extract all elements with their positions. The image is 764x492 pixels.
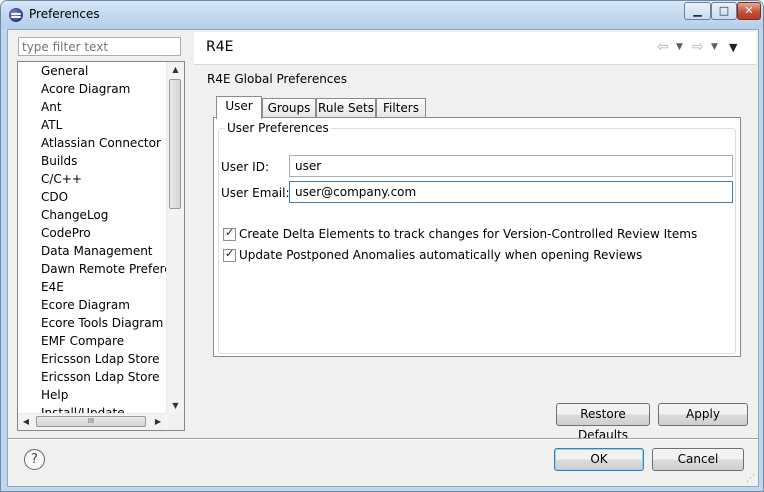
checkmark-icon: ✓ (225, 247, 235, 260)
maximize-button[interactable]: □ (711, 2, 737, 20)
tree-item-dawn-remote-preferences[interactable]: Dawn Remote Preferences (18, 260, 166, 278)
close-button[interactable]: ✕ (737, 2, 761, 20)
minimize-icon: ▁ (693, 4, 702, 17)
horizontal-scroll-thumb[interactable]: III (36, 416, 146, 427)
user-tab-panel: User Preferences User ID: User Email: ✓ … (213, 117, 741, 357)
dialog-divider (8, 438, 758, 440)
tree-item-atlassian-connector[interactable]: Atlassian Connector (18, 134, 166, 152)
checkmark-icon: ✓ (225, 226, 235, 239)
ok-button[interactable]: OK (554, 448, 644, 471)
tree-item-emf-compare[interactable]: EMF Compare (18, 332, 166, 350)
minimize-button[interactable]: ▁ (684, 2, 711, 20)
forward-arrow-icon[interactable]: ⇨ (692, 39, 704, 55)
user-email-label: User Email: (221, 186, 290, 200)
tab-user[interactable]: User (216, 96, 262, 119)
dialog-client-area: General Acore Diagram Ant ATL Atlassian … (7, 29, 759, 487)
postponed-anomalies-label[interactable]: Update Postponed Anomalies automatically… (239, 248, 642, 262)
tree-item-cdo[interactable]: CDO (18, 188, 166, 206)
restore-defaults-button[interactable]: Restore Defaults (556, 403, 650, 442)
user-email-field[interactable] (289, 181, 733, 203)
tree-item-ecore-diagram[interactable]: Ecore Diagram (18, 296, 166, 314)
back-dropdown-icon[interactable]: ▼ (676, 42, 683, 52)
tree-item-changelog[interactable]: ChangeLog (18, 206, 166, 224)
scroll-left-icon[interactable]: ◀ (18, 414, 34, 430)
tree-list: General Acore Diagram Ant ATL Atlassian … (18, 62, 166, 414)
tree-item-help[interactable]: Help (18, 386, 166, 404)
page-title: R4E (206, 39, 234, 55)
title-bar[interactable]: Preferences ▁ □ ✕ (1, 1, 763, 29)
tree-item-data-management[interactable]: Data Management (18, 242, 166, 260)
apply-button[interactable]: Apply (658, 403, 748, 426)
forward-dropdown-icon[interactable]: ▼ (711, 42, 718, 52)
tab-bar: User Groups Rule Sets Filters (216, 96, 636, 119)
resize-grip-icon[interactable]: ⋰ (746, 474, 756, 484)
group-title: User Preferences (225, 121, 331, 135)
filter-input[interactable] (18, 37, 181, 56)
tree-vertical-scrollbar[interactable]: ▲ ▼ (166, 62, 184, 414)
scroll-down-icon[interactable]: ▼ (167, 398, 184, 414)
delta-elements-label[interactable]: Create Delta Elements to track changes f… (239, 227, 697, 241)
back-arrow-icon[interactable]: ⇦ (657, 39, 669, 55)
maximize-icon: □ (718, 4, 730, 17)
close-icon: ✕ (744, 4, 754, 17)
pane-splitter[interactable] (187, 32, 191, 432)
page-header: R4E ⇦ ▼ ⇨ ▼ ▼ (194, 32, 756, 65)
tree-item-ericsson-ldap-store-2[interactable]: Ericsson Ldap Store (18, 368, 166, 386)
section-label: R4E Global Preferences (207, 72, 348, 86)
user-preferences-group: User Preferences User ID: User Email: ✓ … (218, 121, 736, 354)
tree-item-e4e[interactable]: E4E (18, 278, 166, 296)
delta-elements-checkbox[interactable]: ✓ (223, 226, 236, 241)
help-icon[interactable]: ? (24, 449, 45, 470)
preference-tree[interactable]: General Acore Diagram Ant ATL Atlassian … (17, 61, 185, 431)
vertical-scroll-thumb[interactable] (169, 79, 181, 209)
tab-rule-sets[interactable]: Rule Sets (316, 98, 376, 118)
tree-item-ant[interactable]: Ant (18, 98, 166, 116)
user-id-field[interactable] (289, 155, 733, 177)
tree-item-atl[interactable]: ATL (18, 116, 166, 134)
scroll-right-icon[interactable]: ▶ (150, 414, 166, 430)
view-menu-icon[interactable]: ▼ (729, 41, 737, 54)
tree-item-general[interactable]: General (18, 62, 166, 80)
tab-filters[interactable]: Filters (376, 98, 426, 118)
tree-item-builds[interactable]: Builds (18, 152, 166, 170)
tree-item-c-cpp[interactable]: C/C++ (18, 170, 166, 188)
window-title: Preferences (29, 7, 100, 21)
tree-item-ericsson-ldap-store[interactable]: Ericsson Ldap Store (18, 350, 166, 368)
scrollbar-corner (167, 414, 184, 430)
postponed-anomalies-checkbox[interactable]: ✓ (223, 247, 236, 262)
eclipse-icon (9, 8, 23, 22)
tree-item-ecore-tools-diagram[interactable]: Ecore Tools Diagram (18, 314, 166, 332)
preferences-window: Preferences ▁ □ ✕ General Acore Diagram … (0, 0, 764, 492)
tree-item-acore-diagram[interactable]: Acore Diagram (18, 80, 166, 98)
user-id-label: User ID: (221, 160, 269, 174)
tree-item-codepro[interactable]: CodePro (18, 224, 166, 242)
cancel-button[interactable]: Cancel (652, 448, 744, 471)
scroll-up-icon[interactable]: ▲ (167, 62, 184, 78)
tree-horizontal-scrollbar[interactable]: ◀ III ▶ (18, 413, 166, 430)
tab-groups[interactable]: Groups (262, 98, 316, 118)
